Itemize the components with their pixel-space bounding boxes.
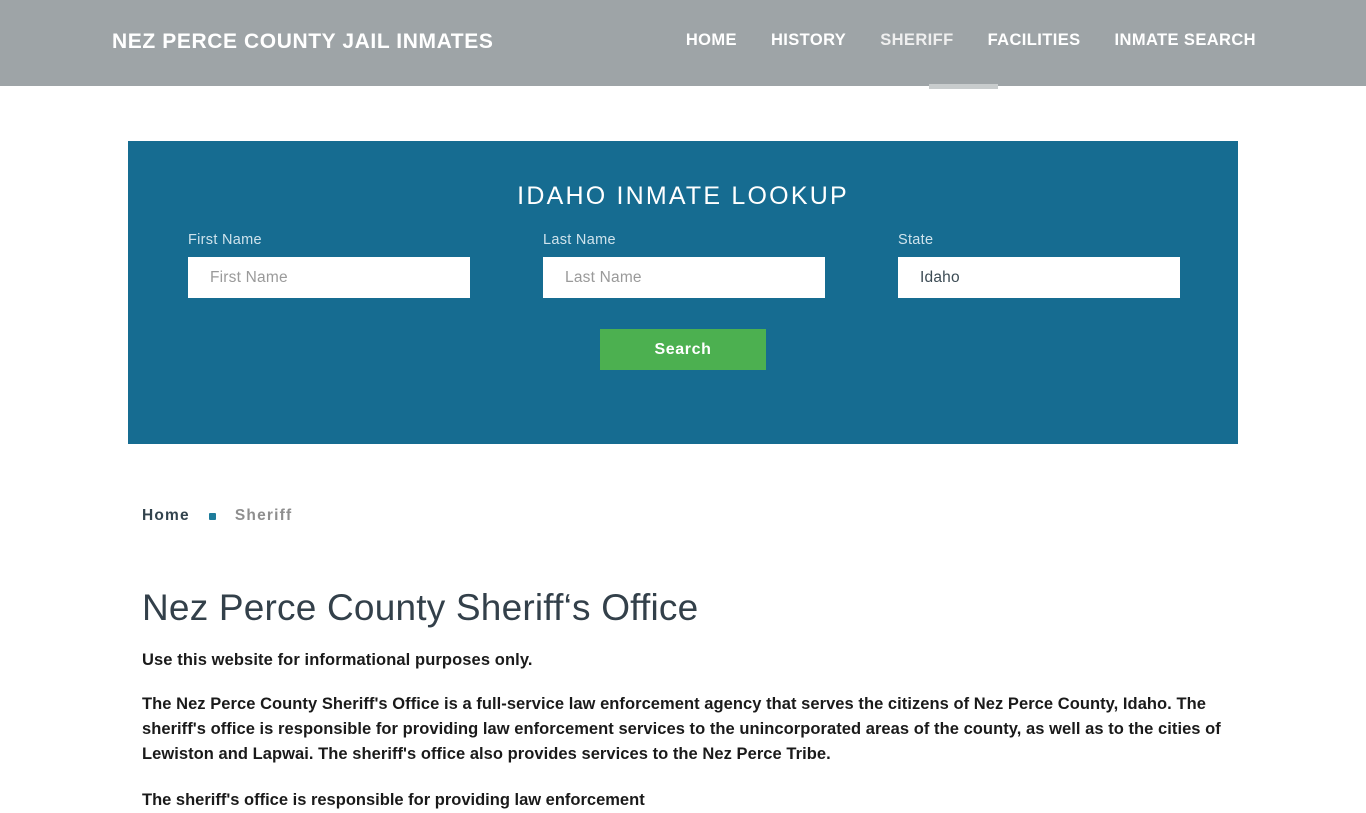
breadcrumb-current-page: Sheriff bbox=[234, 507, 293, 524]
lookup-form-fields: First Name Last Name State bbox=[128, 232, 1238, 302]
breadcrumb-separator-dot-icon bbox=[208, 512, 216, 520]
body-paragraph-1: The Nez Perce County Sheriff's Office is… bbox=[142, 694, 1221, 763]
last-name-field-group: Last Name bbox=[543, 232, 825, 298]
page-title: Nez Perce County Sheriff‘s Office bbox=[142, 587, 699, 628]
nav-item-sheriff[interactable]: Sheriff bbox=[863, 31, 970, 50]
site-header: Nez Perce County Jail Inmates Home Histo… bbox=[0, 0, 1366, 89]
nav-item-history[interactable]: History bbox=[754, 31, 863, 50]
state-input[interactable] bbox=[898, 257, 1180, 298]
state-label: State bbox=[898, 232, 934, 248]
main-content: Home Sheriff Nez Perce County Sheriff‘s … bbox=[142, 498, 1232, 813]
nav-item-home[interactable]: Home bbox=[669, 31, 754, 50]
breadcrumb: Home Sheriff bbox=[142, 498, 1232, 534]
search-button-row: Search bbox=[128, 329, 1238, 370]
breadcrumb-home-link[interactable]: Home bbox=[142, 507, 190, 525]
last-name-label: Last Name bbox=[543, 232, 616, 248]
lookup-panel-title: Idaho Inmate Lookup bbox=[517, 182, 849, 210]
site-brand[interactable]: Nez Perce County Jail Inmates bbox=[112, 30, 493, 54]
first-name-input[interactable] bbox=[188, 257, 470, 298]
inmate-lookup-panel: Idaho Inmate Lookup First Name Last Name… bbox=[128, 141, 1238, 444]
nav-item-inmate-search[interactable]: Inmate Search bbox=[1098, 31, 1256, 50]
last-name-input[interactable] bbox=[543, 257, 825, 298]
active-nav-indicator bbox=[929, 84, 998, 89]
main-navigation: Home History Sheriff Facilities Inmate S… bbox=[669, 31, 1256, 50]
page-lede: Use this website for informational purpo… bbox=[142, 650, 533, 669]
state-field-group: State bbox=[898, 232, 1180, 298]
first-name-label: First Name bbox=[188, 232, 262, 248]
body-paragraph-2-clipped: The sheriff's office is responsible for … bbox=[142, 790, 645, 809]
search-button[interactable]: Search bbox=[600, 329, 766, 370]
nav-item-facilities[interactable]: Facilities bbox=[971, 31, 1098, 50]
first-name-field-group: First Name bbox=[188, 232, 470, 298]
